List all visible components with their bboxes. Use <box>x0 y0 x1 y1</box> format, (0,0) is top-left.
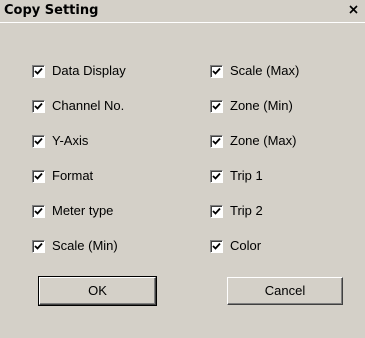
checkbox-label: Meter type <box>52 203 114 218</box>
checkmark-icon <box>34 172 43 180</box>
checkmark-icon <box>212 137 221 145</box>
checkbox-box[interactable] <box>32 64 45 78</box>
checkbox-label: Format <box>52 168 94 183</box>
checkbox-box[interactable] <box>210 134 223 148</box>
checkbox-zone-max[interactable]: Zone (Max) <box>210 132 296 150</box>
cancel-button[interactable]: Cancel <box>227 277 343 305</box>
checkbox-zone-min[interactable]: Zone (Min) <box>210 97 293 115</box>
checkbox-label: Trip 1 <box>230 168 263 183</box>
close-button[interactable] <box>346 3 362 17</box>
dialog-title: Copy Setting <box>4 3 99 18</box>
copy-setting-dialog: Copy Setting Data Display Channel No. Y-… <box>0 0 365 338</box>
checkbox-channel-no[interactable]: Channel No. <box>32 97 124 115</box>
checkbox-box[interactable] <box>210 64 223 78</box>
checkbox-label: Scale (Min) <box>52 238 118 253</box>
checkbox-label: Color <box>230 238 262 253</box>
checkmark-icon <box>212 207 221 215</box>
checkbox-meter-type[interactable]: Meter type <box>32 202 113 220</box>
checkbox-scale-min[interactable]: Scale (Min) <box>32 237 118 255</box>
checkbox-box[interactable] <box>32 204 45 218</box>
checkmark-icon <box>34 207 43 215</box>
checkbox-box[interactable] <box>210 239 223 253</box>
checkmark-icon <box>34 242 43 250</box>
checkbox-scale-max[interactable]: Scale (Max) <box>210 62 299 80</box>
checkbox-trip-2[interactable]: Trip 2 <box>210 202 263 220</box>
checkmark-icon <box>212 172 221 180</box>
ok-button[interactable]: OK <box>38 276 157 306</box>
checkbox-box[interactable] <box>32 99 45 113</box>
checkbox-label: Data Display <box>52 63 126 78</box>
checkmark-icon <box>212 102 221 110</box>
checkmark-icon <box>34 102 43 110</box>
checkbox-trip-1[interactable]: Trip 1 <box>210 167 263 185</box>
checkbox-box[interactable] <box>32 169 45 183</box>
checkbox-box[interactable] <box>210 204 223 218</box>
checkbox-color[interactable]: Color <box>210 237 261 255</box>
checkbox-data-display[interactable]: Data Display <box>32 62 126 80</box>
checkbox-label: Channel No. <box>52 98 125 113</box>
close-icon <box>346 3 362 17</box>
checkbox-format[interactable]: Format <box>32 167 93 185</box>
checkbox-box[interactable] <box>210 169 223 183</box>
checkbox-box[interactable] <box>210 99 223 113</box>
checkmark-icon <box>212 242 221 250</box>
checkbox-label: Y-Axis <box>52 133 89 148</box>
checkbox-y-axis[interactable]: Y-Axis <box>32 132 88 150</box>
checkmark-icon <box>34 137 43 145</box>
checkmark-icon <box>34 67 43 75</box>
dialog-body: Data Display Channel No. Y-Axis Format M <box>0 22 365 338</box>
checkmark-icon <box>212 67 221 75</box>
checkbox-label: Zone (Max) <box>230 133 297 148</box>
checkbox-box[interactable] <box>32 239 45 253</box>
title-bar: Copy Setting <box>0 0 365 22</box>
checkbox-label: Trip 2 <box>230 203 263 218</box>
checkbox-label: Scale (Max) <box>230 63 300 78</box>
checkbox-label: Zone (Min) <box>230 98 293 113</box>
checkbox-box[interactable] <box>32 134 45 148</box>
